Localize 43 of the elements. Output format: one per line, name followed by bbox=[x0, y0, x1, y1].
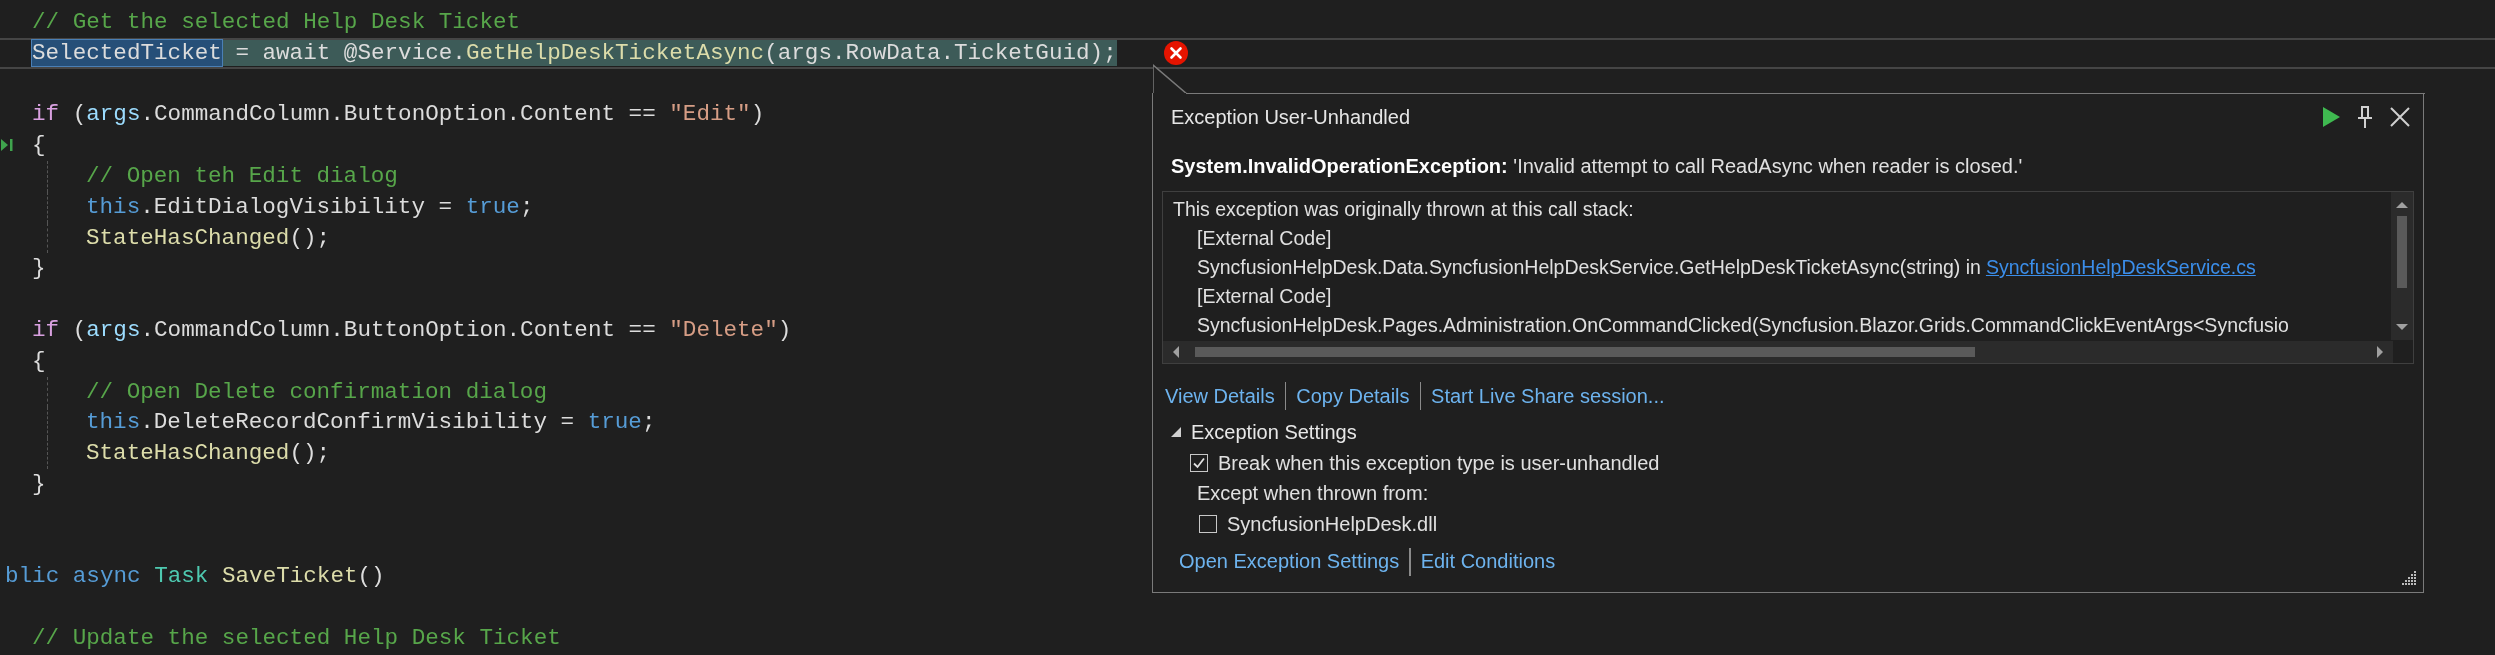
action-link[interactable]: Open Exception Settings bbox=[1179, 550, 1400, 573]
continue-icon[interactable] bbox=[2320, 105, 2342, 129]
code-line: // Update the selected Help Desk Ticket bbox=[32, 623, 561, 653]
code-line: if (args.CommandColumn.ButtonOption.Content == "Edit") bbox=[32, 100, 765, 130]
checkbox-label: Break when this exception type is user-unhandled bbox=[1218, 451, 1660, 475]
stack-frame: SyncfusionHelpDesk.Pages.Administration.OnCommandClicked(Syncfusion.Blazor.Grids.CommandClickEventArgs<Syncfusio bbox=[1197, 314, 2289, 336]
code-line: StateHasChanged(); bbox=[86, 439, 331, 469]
code-line: { bbox=[32, 346, 46, 376]
vertical-scrollbar[interactable] bbox=[2391, 192, 2413, 340]
stack-heading: This exception was originally thrown at this call stack: bbox=[1173, 197, 1635, 222]
section-title: Exception Settings bbox=[1191, 420, 1357, 444]
action-link[interactable]: Edit Conditions bbox=[1420, 550, 1556, 573]
pin-icon[interactable] bbox=[2356, 104, 2374, 130]
checkbox[interactable] bbox=[1190, 454, 1208, 473]
code-line: blic async Task SaveTicket() bbox=[5, 562, 385, 592]
code-line: { bbox=[32, 131, 46, 161]
error-icon[interactable] bbox=[1163, 40, 1189, 66]
close-icon[interactable] bbox=[2388, 105, 2412, 129]
horizontal-scrollbar[interactable] bbox=[1163, 341, 2393, 363]
except-label: Except when thrown from: bbox=[1197, 482, 1429, 506]
code-line: } bbox=[32, 469, 46, 499]
resize-grip-icon[interactable] bbox=[2401, 570, 2417, 586]
checkbox-label: SyncfusionHelpDesk.dll bbox=[1227, 512, 1438, 536]
stack-frame: SyncfusionHelpDesk.Data.SyncfusionHelpDeskService.GetHelpDeskTicketAsync(string) in bbox=[1197, 256, 1981, 278]
popup-title: Exception User-Unhandled bbox=[1171, 105, 1411, 129]
code-line: this.EditDialogVisibility = true; bbox=[86, 192, 534, 222]
code-line: // Open Delete confirmation dialog bbox=[86, 377, 547, 407]
checkbox[interactable] bbox=[1199, 515, 1217, 534]
stack-frame: [External Code] bbox=[1197, 227, 1332, 249]
code-line: } bbox=[32, 254, 46, 284]
code-line: this.DeleteRecordConfirmVisibility = true; bbox=[86, 408, 656, 438]
exception-message: System.InvalidOperationException: 'Invalid attempt to call ReadAsync when reader is closed.' bbox=[1170, 154, 2024, 179]
code-line: SelectedTicket = await @Service.GetHelpDeskTicketAsync(args.RowData.TicketGuid); bbox=[32, 39, 1117, 67]
action-link[interactable]: Start Live Share session... bbox=[1431, 384, 1665, 408]
action-link[interactable]: Copy Details bbox=[1296, 384, 1410, 408]
expander-icon[interactable] bbox=[1169, 425, 1183, 439]
code-line: if (args.CommandColumn.ButtonOption.Content == "Delete") bbox=[32, 315, 792, 345]
code-line: StateHasChanged(); bbox=[86, 223, 331, 253]
action-link[interactable]: View Details bbox=[1165, 384, 1275, 408]
stack-frame: [External Code] bbox=[1197, 285, 1332, 307]
code-line: // Open teh Edit dialog bbox=[86, 162, 398, 191]
code-line: // Get the selected Help Desk Ticket bbox=[32, 8, 521, 37]
source-link[interactable]: SyncfusionHelpDeskService.cs bbox=[1985, 256, 2256, 278]
